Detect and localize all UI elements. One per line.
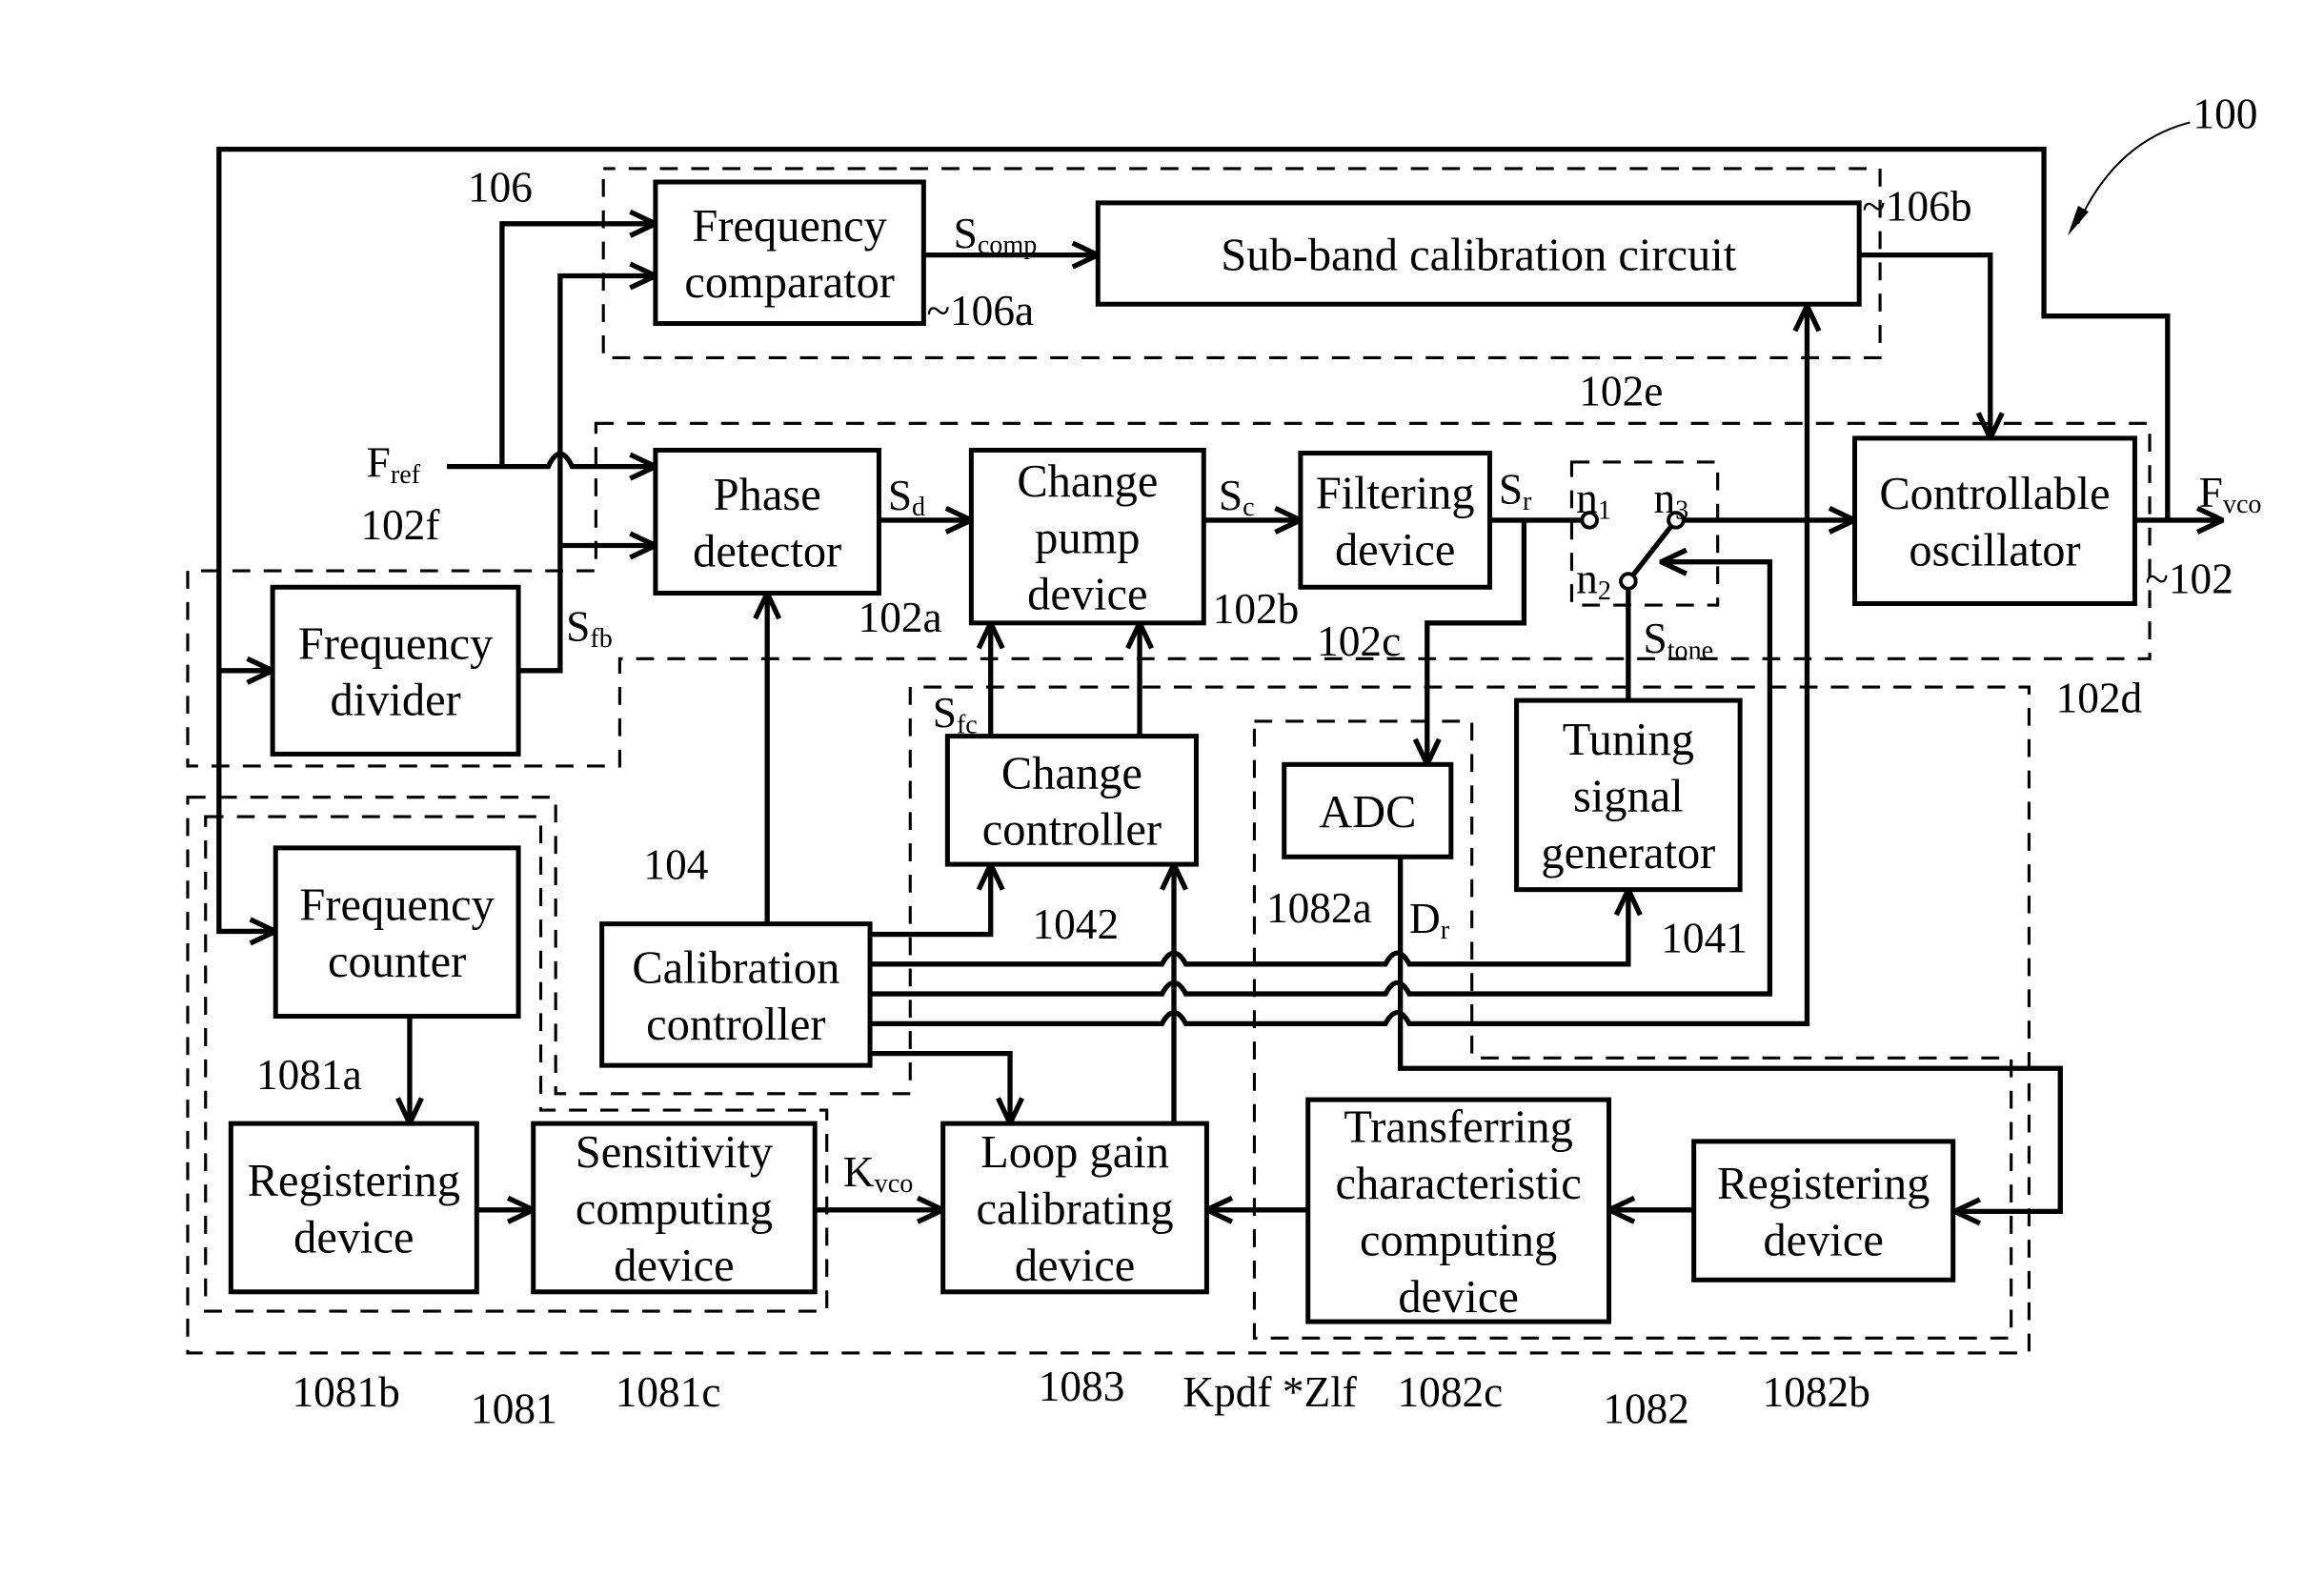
signal-label-stone: Stone	[1643, 615, 1713, 665]
block-label-line: device	[1398, 1272, 1518, 1323]
reference-numeral: 1081c	[616, 1368, 721, 1416]
figure-numeral: 100	[2193, 91, 2257, 138]
block-label-line: Tuning	[1563, 715, 1694, 765]
group-numeral-102e: 102e	[1579, 368, 1663, 415]
block-label-line: device	[1763, 1215, 1883, 1265]
group-numeral-1082: 1082	[1603, 1384, 1689, 1432]
block-label-line: Change	[1001, 748, 1142, 798]
block-label-line: device	[1027, 570, 1147, 620]
block-label-line: computing	[576, 1184, 773, 1235]
block-label-line: Phase	[714, 470, 821, 520]
signal-label-scomp: Scomp	[954, 210, 1038, 260]
reference-numeral: 1082c	[1398, 1368, 1504, 1416]
pll-block-diagram: Frequencycomparator~106aSub-band calibra…	[186, 91, 2262, 1432]
block-label-line: device	[1335, 525, 1455, 576]
block-label-line: Sensitivity	[576, 1127, 774, 1178]
block-frame	[270, 584, 521, 757]
signal-label-sr: Sr	[1499, 466, 1532, 516]
block-registering-2: Registering device 1082b	[1691, 1139, 1956, 1416]
reference-numeral: 102b	[1213, 585, 1300, 633]
reference-numeral: 102d	[2056, 675, 2143, 722]
signal-label-sfb: Sfb	[566, 603, 613, 654]
block-cal-controller: Calibration controller 104	[599, 841, 873, 1068]
block-filtering: Filtering device 102c	[1298, 451, 1492, 665]
figure-pointer	[2077, 121, 2191, 225]
signal-label-dr: Dr	[1409, 895, 1450, 945]
block-label-line: Registering	[1717, 1159, 1930, 1209]
switch-node-label-n1: n1	[1576, 475, 1611, 525]
switch-node-label-n2: n2	[1576, 556, 1611, 606]
block-label-line: controller	[982, 805, 1162, 856]
block-label-line: divider	[330, 676, 460, 726]
block-label-line: Calibration	[632, 942, 839, 993]
block-label-line: device	[614, 1241, 734, 1291]
block-label-line: oscillator	[1909, 526, 2080, 576]
reference-numeral: 1082a	[1266, 884, 1372, 932]
signal-label-sc: Sc	[1219, 472, 1255, 522]
block-registering-1: Registering device 1081b	[228, 1121, 479, 1416]
block-label-line: Frequency	[299, 880, 495, 931]
block-label-line: Frequency	[298, 618, 494, 669]
block-label-line: calibrating	[976, 1184, 1173, 1235]
block-label-line: computing	[1360, 1215, 1557, 1265]
block-loop-gain: Loop gain calibrating device 1083	[940, 1121, 1209, 1410]
block-label-line: comparator	[684, 257, 895, 308]
reference-numeral: ~106b	[1862, 183, 1971, 231]
reference-numeral: 1081a	[256, 1051, 362, 1099]
block-label-line: detector	[693, 526, 841, 576]
block-change-controller: Change controller 1042	[944, 734, 1199, 948]
block-label-line: signal	[1573, 772, 1684, 822]
reference-numeral: 1082b	[1763, 1368, 1870, 1416]
signal-label-sfc: Sfc	[933, 689, 978, 739]
block-label-line: counter	[328, 937, 466, 987]
block-label-line: controller	[646, 1000, 825, 1050]
signal-label-kvco: Kvco	[843, 1148, 913, 1199]
block-freq-counter: Frequency counter 1081a	[256, 845, 521, 1099]
reference-numeral: 1041	[1661, 914, 1748, 961]
reference-numeral: 1081b	[292, 1368, 399, 1416]
block-frame	[273, 845, 521, 1020]
reference-numeral: 102f	[360, 501, 440, 549]
block-label-line: pump	[1035, 513, 1140, 563]
block-label-line: Frequency	[692, 201, 887, 252]
block-label-line: device	[293, 1212, 414, 1263]
block-freq-divider: Frequency divider 102f	[270, 501, 521, 757]
reference-numeral: 1042	[1032, 900, 1119, 948]
reference-numeral: 102c	[1317, 617, 1401, 665]
block-label-line: Registering	[248, 1156, 460, 1206]
switch-node-n2	[1619, 572, 1638, 591]
block-label-line: device	[1015, 1241, 1135, 1291]
group-numeral-102: ~102	[2145, 556, 2233, 603]
block-label-line: Change	[1017, 456, 1158, 507]
block-label-line: Controllable	[1879, 469, 2110, 519]
reference-numeral: 104	[643, 841, 708, 889]
block-label-line: characteristic	[1336, 1159, 1582, 1209]
block-label-line: Loop gain	[980, 1127, 1169, 1178]
block-label-line: generator	[1541, 828, 1715, 879]
block-label-line: Filtering	[1316, 468, 1475, 518]
block-subband-cal: Sub-band calibration circuit ~106b	[1095, 183, 1972, 307]
block-label-line: Sub-band calibration circuit	[1221, 230, 1736, 280]
block-frame	[228, 1121, 479, 1295]
block-tuning-gen: Tuning signal generator 1041	[1514, 697, 1748, 961]
reference-numeral: 102a	[859, 594, 942, 641]
reference-numeral: ~106a	[926, 287, 1034, 334]
block-label-line: Transferring	[1344, 1102, 1572, 1153]
block-charge-pump: Change pump device 102b	[968, 447, 1300, 633]
group-numeral-1081: 1081	[471, 1384, 557, 1432]
reference-numeral: 1083	[1039, 1363, 1125, 1410]
signal-label-fvco: Fvco	[2199, 469, 2262, 519]
block-frame	[1852, 435, 2137, 606]
signal-label-sd: Sd	[888, 472, 925, 522]
switch-node-label-n3: n3	[1653, 475, 1688, 525]
block-controllable-osc: Controllable oscillator 102d	[1852, 435, 2143, 722]
block-sensitivity: Sensitivity computing device 1081c	[531, 1121, 818, 1416]
signal-label-kpdf: Kpdf *Zlf	[1182, 1368, 1357, 1416]
group-numeral-106: 106	[468, 163, 533, 211]
block-label-line: ADC	[1319, 787, 1416, 838]
signal-label-fref: Fref	[367, 439, 421, 490]
